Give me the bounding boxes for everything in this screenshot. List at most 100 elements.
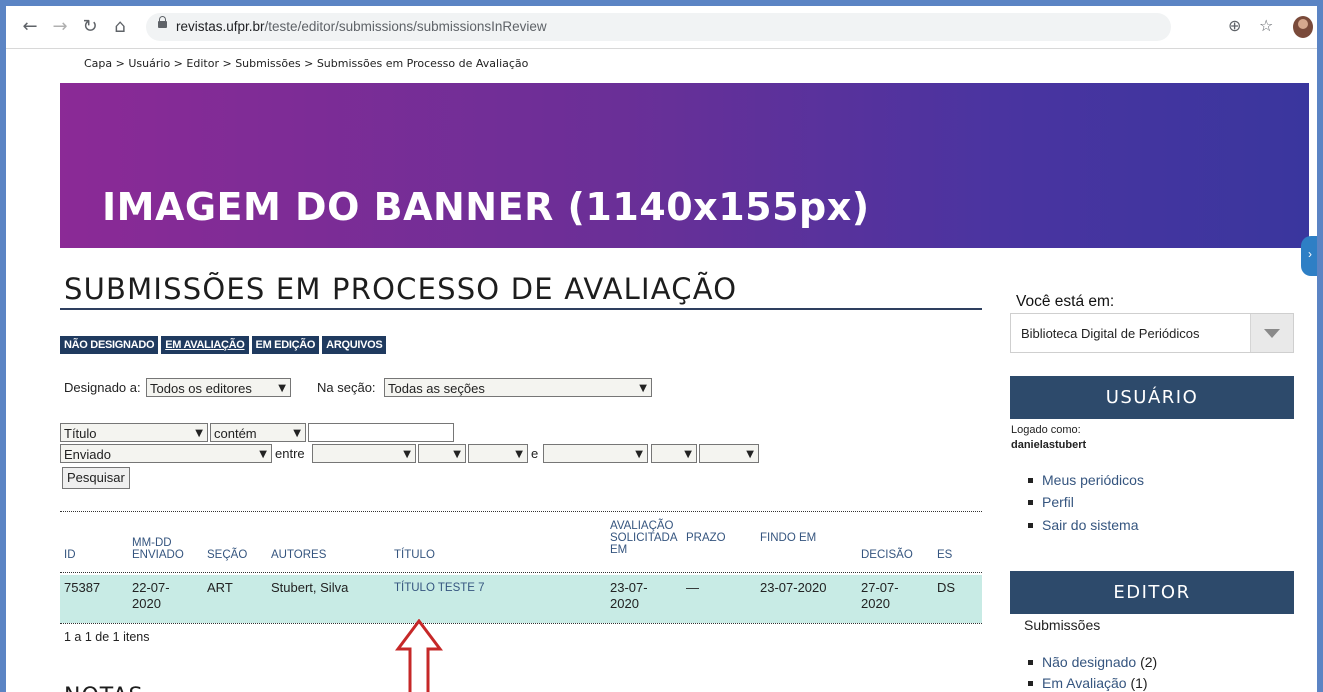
- cell-id: 75387: [64, 580, 101, 595]
- tab-in-review[interactable]: EM AVALIAÇÃO: [161, 336, 249, 354]
- cell-es[interactable]: DS: [937, 580, 955, 596]
- chevron-down-icon: ▼: [259, 449, 267, 460]
- chevron-down-icon: ▼: [293, 428, 301, 439]
- home-icon[interactable]: ⌂: [110, 17, 130, 37]
- col-header-decision: DECISÃO: [861, 549, 913, 561]
- user-block-heading: USUÁRIO: [1010, 376, 1294, 419]
- table-header-divider: [60, 572, 982, 573]
- from-month-select[interactable]: ▼: [312, 444, 416, 463]
- col-header-review-line2: SOLICITADA: [610, 532, 678, 544]
- to-year-select[interactable]: ▼: [699, 444, 759, 463]
- search-match-value: contém: [214, 426, 257, 441]
- link-logout[interactable]: Sair do sistema: [1028, 517, 1138, 533]
- username: danielastubert: [1011, 439, 1087, 451]
- reload-icon[interactable]: ↻: [80, 17, 100, 37]
- search-field-select[interactable]: Título ▼: [60, 423, 208, 442]
- link-in-review-label: Em Avaliação: [1042, 675, 1127, 691]
- bookmark-star-icon[interactable]: ☆: [1259, 16, 1273, 35]
- url-text: revistas.ufpr.br/teste/editor/submission…: [176, 19, 547, 34]
- search-input[interactable]: [308, 423, 454, 442]
- col-header-section: SEÇÃO: [207, 549, 248, 561]
- zoom-icon[interactable]: ⊕: [1228, 16, 1241, 35]
- breadcrumb: Capa > Usuário > Editor > Submissões > S…: [84, 57, 529, 70]
- bullet-icon: [1028, 478, 1033, 483]
- chevron-down-icon: ▼: [515, 449, 523, 460]
- journal-banner: IMAGEM DO BANNER (1140x155px): [60, 83, 1309, 248]
- forward-icon[interactable]: →: [50, 17, 70, 37]
- date-field-value: Enviado: [64, 447, 111, 462]
- cell-authors: Stubert, Silva: [271, 580, 349, 595]
- pagination-count: 1 a 1 de 1 itens: [64, 630, 150, 644]
- breadcrumb-editor[interactable]: Editor: [186, 57, 219, 70]
- from-year-select[interactable]: ▼: [468, 444, 528, 463]
- search-button[interactable]: Pesquisar: [62, 467, 130, 489]
- breadcrumb-current[interactable]: Submissões em Processo de Avaliação: [317, 57, 529, 70]
- assigned-select[interactable]: Todos os editores ▼: [146, 378, 291, 397]
- cell-review-line1: 23-07-: [610, 580, 648, 595]
- col-header-submitted-line1: MM-DD: [132, 537, 172, 549]
- cell-decision-line2: 2020: [861, 596, 890, 611]
- link-profile-label: Perfil: [1042, 494, 1074, 510]
- banner-text: IMAGEM DO BANNER (1140x155px): [102, 185, 870, 229]
- tab-unassigned[interactable]: NÃO DESIGNADO: [60, 336, 159, 354]
- col-header-review-line1: AVALIAÇÃO: [610, 520, 674, 532]
- table-row: [60, 575, 982, 623]
- breadcrumb-user[interactable]: Usuário: [128, 57, 170, 70]
- bullet-icon: [1028, 681, 1033, 686]
- url-path: /teste/editor/submissions/submissionsInR…: [264, 19, 547, 34]
- accessibility-side-tab[interactable]: ›: [1301, 236, 1317, 276]
- back-icon[interactable]: ←: [20, 17, 40, 37]
- assigned-label: Designado a:: [64, 380, 141, 395]
- and-label: e: [531, 446, 539, 461]
- chevron-down-icon: ▼: [278, 383, 286, 394]
- assigned-select-value: Todos os editores: [150, 381, 252, 396]
- to-month-select[interactable]: ▼: [543, 444, 648, 463]
- page-content: Capa > Usuário > Editor > Submissões > S…: [6, 49, 1317, 692]
- date-field-select[interactable]: Enviado ▼: [60, 444, 272, 463]
- breadcrumb-home[interactable]: Capa: [84, 57, 112, 70]
- section-label: Na seção:: [317, 380, 376, 395]
- chevron-down-icon: ▼: [403, 449, 411, 460]
- col-header-submitted-line2: ENVIADO: [132, 549, 184, 561]
- cell-review-line2: 2020: [610, 596, 639, 611]
- link-in-review[interactable]: Em Avaliação (1): [1028, 675, 1148, 691]
- col-header-id: ID: [64, 549, 76, 561]
- address-bar[interactable]: revistas.ufpr.br/teste/editor/submission…: [146, 13, 1171, 41]
- search-match-select[interactable]: contém ▼: [210, 423, 306, 442]
- col-header-deadline: PRAZO: [686, 532, 726, 544]
- submissions-label: Submissões: [1024, 617, 1101, 633]
- chevron-down-icon: ▼: [639, 383, 647, 394]
- tab-in-editing[interactable]: EM EDIÇÃO: [251, 336, 320, 354]
- link-unassigned[interactable]: Não designado (2): [1028, 654, 1158, 670]
- from-day-select[interactable]: ▼: [418, 444, 466, 463]
- cell-deadline: —: [686, 580, 699, 595]
- bullet-icon: [1028, 523, 1033, 528]
- lock-icon: [158, 16, 167, 28]
- cell-submitted-line2: 2020: [132, 596, 161, 611]
- breadcrumb-submissions[interactable]: Submissões: [235, 57, 300, 70]
- profile-avatar[interactable]: [1293, 16, 1313, 38]
- journal-select[interactable]: Biblioteca Digital de Periódicos: [1010, 313, 1294, 353]
- location-label: Você está em:: [1016, 293, 1115, 310]
- section-select-value: Todas as seções: [388, 381, 485, 396]
- link-my-journals-label: Meus periódicos: [1042, 472, 1144, 488]
- link-my-journals[interactable]: Meus periódicos: [1028, 472, 1144, 488]
- submission-title-link[interactable]: TÍTULO TESTE 7: [394, 580, 485, 596]
- logged-as-label: Logado como:: [1011, 424, 1081, 436]
- link-profile[interactable]: Perfil: [1028, 494, 1074, 510]
- bullet-icon: [1028, 500, 1033, 505]
- to-day-select[interactable]: ▼: [651, 444, 697, 463]
- unassigned-count: (2): [1140, 654, 1158, 670]
- col-header-title: TÍTULO: [394, 549, 435, 561]
- in-review-count: (1): [1130, 675, 1148, 691]
- chevron-down-icon: ▼: [635, 449, 643, 460]
- cell-decision-line1: 27-07-: [861, 580, 899, 595]
- cell-submitted-line1: 22-07-: [132, 580, 170, 595]
- col-header-review-line3: EM: [610, 544, 628, 556]
- browser-window: ← → ↻ ⌂ revistas.ufpr.br/teste/editor/su…: [6, 6, 1317, 692]
- table-bottom-divider: [60, 623, 982, 624]
- submission-tabs: NÃO DESIGNADO EM AVALIAÇÃO EM EDIÇÃO ARQUIV…: [60, 335, 389, 355]
- section-select[interactable]: Todas as seções ▼: [384, 378, 652, 397]
- tab-archives[interactable]: ARQUIVOS: [322, 336, 387, 354]
- journal-select-value: Biblioteca Digital de Periódicos: [1021, 326, 1200, 341]
